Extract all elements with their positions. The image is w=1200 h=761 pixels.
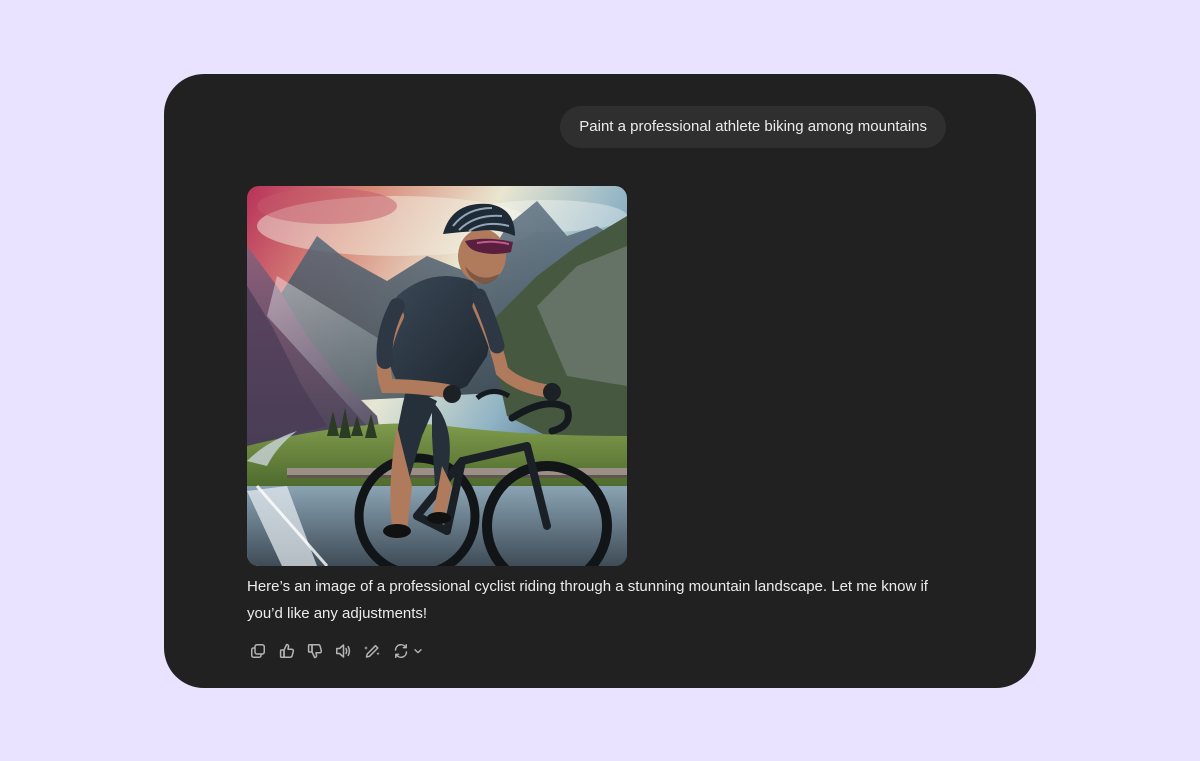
generated-cyclist-image[interactable] bbox=[247, 186, 627, 566]
read-aloud-button[interactable] bbox=[333, 640, 355, 662]
regenerate-button[interactable] bbox=[390, 640, 424, 662]
bad-response-button[interactable] bbox=[304, 640, 326, 662]
regenerate-icon bbox=[394, 643, 407, 659]
read-aloud-icon bbox=[336, 644, 351, 658]
regenerate-icon-wrap bbox=[390, 640, 412, 662]
model-switcher-chevron bbox=[412, 640, 424, 662]
chevron-down-icon bbox=[413, 649, 422, 654]
thumbs-up-icon bbox=[279, 643, 294, 658]
copy-icon bbox=[251, 644, 265, 658]
thumbs-down-icon bbox=[307, 644, 323, 659]
assistant-message-text: Here’s an image of a professional cyclis… bbox=[247, 578, 928, 622]
edit-image-button[interactable] bbox=[361, 640, 383, 662]
edit-image-icon bbox=[363, 644, 380, 658]
chat-window: Paint a professional athlete biking amon… bbox=[164, 74, 1036, 688]
user-message-bubble: Paint a professional athlete biking amon… bbox=[560, 106, 946, 148]
good-response-button[interactable] bbox=[276, 640, 298, 662]
copy-button[interactable] bbox=[247, 640, 269, 662]
message-action-bar bbox=[247, 640, 424, 662]
